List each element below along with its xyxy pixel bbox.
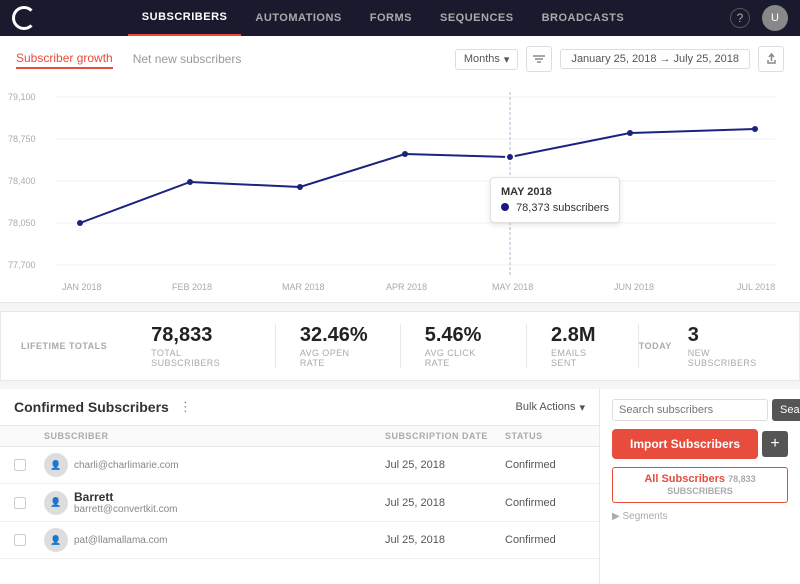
nav-link-subscribers[interactable]: SUBSCRIBERS	[128, 0, 242, 36]
avg-click-rate-value: 5.46%	[425, 324, 482, 346]
svg-text:APR 2018: APR 2018	[386, 282, 427, 292]
svg-text:JAN 2018: JAN 2018	[62, 282, 102, 292]
date-range-picker[interactable]: January 25, 2018 → July 25, 2018	[560, 49, 750, 69]
svg-text:78,050: 78,050	[8, 218, 36, 228]
col-subscription-date: SUBSCRIPTION DATE	[385, 431, 505, 441]
chart-header: Subscriber growth Net new subscribers Mo…	[0, 36, 800, 82]
avg-click-rate-stat: 5.46% AVG CLICK RATE	[401, 324, 527, 368]
add-button[interactable]: +	[762, 431, 788, 457]
nav-links: SUBSCRIBERS AUTOMATIONS FORMS SEQUENCES …	[56, 0, 710, 36]
row-checkbox[interactable]	[14, 534, 26, 546]
avg-open-rate-label: AVG OPEN RATE	[300, 348, 376, 368]
table-row[interactable]: 👤 charli@charlimarie.com Jul 25, 2018 Co…	[0, 447, 599, 484]
period-button[interactable]: Months ▾	[455, 49, 519, 70]
row-checkbox[interactable]	[14, 459, 26, 471]
search-button[interactable]: Search	[772, 399, 800, 421]
svg-text:78,750: 78,750	[8, 134, 36, 144]
total-subscribers-stat: 78,833 TOTAL SUBSCRIBERS	[127, 324, 276, 368]
subscriber-email: barrett@convertkit.com	[74, 504, 178, 515]
new-subscribers-label: NEW SUBSCRIBERS	[688, 348, 779, 368]
subscription-date: Jul 25, 2018	[385, 497, 505, 509]
svg-text:79,100: 79,100	[8, 92, 36, 102]
logo-icon[interactable]	[12, 6, 36, 30]
help-button[interactable]: ?	[730, 8, 750, 28]
col-status: STATUS	[505, 431, 585, 441]
svg-text:FEB 2018: FEB 2018	[172, 282, 212, 292]
user-avatar[interactable]: U	[762, 5, 788, 31]
subscription-date: Jul 25, 2018	[385, 534, 505, 546]
bottom-section: Confirmed Subscribers ⋮ Bulk Actions ▾ S…	[0, 389, 800, 584]
svg-text:MAR 2018: MAR 2018	[282, 282, 325, 292]
svg-text:78,400: 78,400	[8, 176, 36, 186]
row-checkbox[interactable]	[14, 497, 26, 509]
new-subscribers-stat: 3 NEW SUBSCRIBERS	[688, 324, 779, 368]
new-subscribers-value: 3	[688, 324, 699, 346]
today-label: TODAY	[639, 341, 672, 351]
avg-open-rate-value: 32.46%	[300, 324, 368, 346]
subscriber-status: Confirmed	[505, 497, 585, 509]
svg-text:77,700: 77,700	[8, 260, 36, 270]
line-chart: 79,100 78,750 78,400 78,050 77,700	[0, 82, 800, 302]
right-panel: Search Import Subscribers + All Subscrib…	[600, 389, 800, 584]
top-nav: SUBSCRIBERS AUTOMATIONS FORMS SEQUENCES …	[0, 0, 800, 36]
total-subscribers-value: 78,833	[151, 324, 212, 346]
confirmed-subscribers-title: Confirmed Subscribers	[14, 399, 169, 415]
search-row: Search	[612, 399, 788, 421]
col-subscriber: SUBSCRIBER	[44, 431, 385, 441]
avg-click-rate-label: AVG CLICK RATE	[425, 348, 502, 368]
import-subscribers-button[interactable]: Import Subscribers	[612, 429, 758, 459]
import-row: Import Subscribers +	[612, 429, 788, 459]
avatar: 👤	[44, 453, 68, 477]
subscriber-email: charli@charlimarie.com	[74, 460, 179, 471]
nav-right: ? U	[730, 5, 788, 31]
subscription-date: Jul 25, 2018	[385, 459, 505, 471]
tab-subscriber-growth[interactable]: Subscriber growth	[16, 49, 113, 69]
subscribers-panel: Confirmed Subscribers ⋮ Bulk Actions ▾ S…	[0, 389, 600, 584]
avatar: 👤	[44, 491, 68, 515]
table-header: SUBSCRIBER SUBSCRIPTION DATE STATUS	[0, 426, 599, 447]
nav-link-sequences[interactable]: SEQUENCES	[426, 0, 528, 36]
segments-label[interactable]: ▶ Segments	[612, 511, 788, 522]
search-input[interactable]	[612, 399, 768, 421]
emails-sent-label: EMAILS SENT	[551, 348, 614, 368]
subscriber-status: Confirmed	[505, 459, 585, 471]
chart-controls: Months ▾ January 25, 2018 → July 25, 201…	[455, 46, 784, 72]
subscribers-header: Confirmed Subscribers ⋮ Bulk Actions ▾	[0, 389, 599, 426]
subscribers-actions-icon[interactable]: ⋮	[179, 399, 192, 415]
lifetime-totals-label: LIFETIME TOTALS	[21, 341, 107, 351]
emails-sent-value: 2.8M	[551, 324, 595, 346]
filter-button[interactable]	[526, 46, 552, 72]
svg-text:JUL 2018: JUL 2018	[737, 282, 775, 292]
stats-bar: LIFETIME TOTALS 78,833 TOTAL SUBSCRIBERS…	[0, 311, 800, 381]
svg-text:JUN 2018: JUN 2018	[614, 282, 654, 292]
nav-link-broadcasts[interactable]: BROADCASTS	[528, 0, 639, 36]
total-subscribers-label: TOTAL SUBSCRIBERS	[151, 348, 251, 368]
table-row[interactable]: 👤 Barrett barrett@convertkit.com Jul 25,…	[0, 484, 599, 522]
col-checkbox	[14, 431, 44, 441]
svg-text:MAY 2018: MAY 2018	[492, 282, 533, 292]
chart-section: Subscriber growth Net new subscribers Mo…	[0, 36, 800, 303]
subscriber-status: Confirmed	[505, 534, 585, 546]
emails-sent-stat: 2.8M EMAILS SENT	[527, 324, 639, 368]
tab-net-new-subscribers[interactable]: Net new subscribers	[133, 50, 242, 68]
nav-link-automations[interactable]: AUTOMATIONS	[241, 0, 355, 36]
export-button[interactable]	[758, 46, 784, 72]
avatar: 👤	[44, 528, 68, 552]
subscriber-email: pat@llamallama.com	[74, 535, 168, 546]
all-subscribers-button[interactable]: All Subscribers 78,833 SUBSCRIBERS	[612, 467, 788, 503]
avg-open-rate-stat: 32.46% AVG OPEN RATE	[276, 324, 401, 368]
subscriber-name: Barrett	[74, 490, 178, 504]
nav-link-forms[interactable]: FORMS	[356, 0, 426, 36]
bulk-actions-dropdown[interactable]: Bulk Actions ▾	[516, 401, 585, 414]
